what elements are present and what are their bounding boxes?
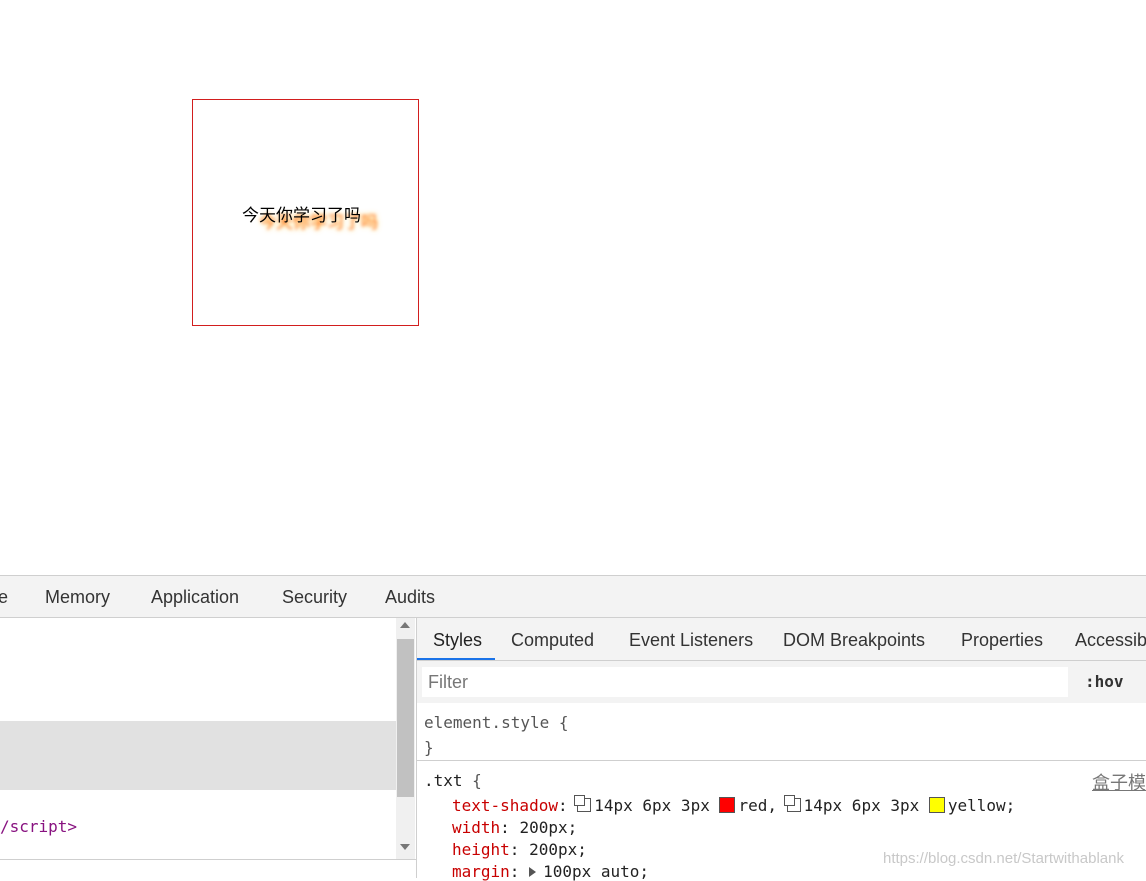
page-viewport: 今天你学习了吗 [0, 0, 1146, 576]
hover-state-toggle-button[interactable]: :hov [1085, 672, 1124, 691]
element-style-open-brace: { [558, 713, 569, 732]
selected-dom-node-row[interactable] [0, 721, 396, 790]
elements-scrollbar[interactable] [396, 618, 415, 859]
tab-styles[interactable]: Styles [433, 630, 482, 651]
tab-properties[interactable]: Properties [961, 630, 1043, 651]
height-declaration[interactable]: height: 200px; [452, 840, 587, 859]
text-shadow-property: text-shadow [452, 796, 558, 815]
yellow-color-swatch-icon[interactable] [928, 797, 945, 813]
styles-sidebar-tabbar: Styles Computed Event Listeners DOM Brea… [417, 618, 1146, 661]
element-style-rule-header[interactable]: element.style { [424, 713, 569, 732]
text-shadow-declaration[interactable]: text-shadow: 14px 6px 3px red, 14px 6px … [452, 795, 1016, 815]
width-value: 200px; [519, 818, 578, 837]
demo-text: 今天你学习了吗 [242, 206, 361, 226]
text-shadow-offsets-2: 14px 6px 3px [803, 796, 920, 815]
txt-rule-selector: .txt [424, 771, 463, 790]
script-closing-tag[interactable]: /script> [0, 817, 77, 836]
margin-declaration[interactable]: margin: 100px auto; [452, 862, 649, 881]
pane-divider [0, 859, 416, 860]
element-style-close-brace: } [424, 738, 434, 757]
txt-rule-header[interactable]: .txt { [424, 771, 482, 790]
devtools-main-tabbar: e Memory Application Security Audits [0, 576, 1146, 618]
tab-audits[interactable]: Audits [385, 587, 435, 608]
width-property: width [452, 818, 501, 837]
text-shadow-offsets-1: 14px 6px 3px [594, 796, 710, 815]
margin-value: 100px auto; [543, 862, 650, 881]
expand-triangle-icon[interactable] [529, 867, 537, 877]
watermark-text: https://blog.csdn.net/Startwithablank [883, 850, 1124, 867]
tab-dom-breakpoints[interactable]: DOM Breakpoints [783, 630, 925, 651]
tab-event-listeners[interactable]: Event Listeners [629, 630, 753, 651]
tab-memory[interactable]: Memory [45, 587, 110, 608]
rule-separator [417, 760, 1146, 761]
styles-filter-row: :hov [417, 661, 1146, 703]
tab-application[interactable]: Application [151, 587, 239, 608]
text-shadow-color-1: red, [738, 796, 777, 815]
demo-text-box: 今天你学习了吗 [192, 99, 419, 326]
scroll-down-arrow-icon[interactable] [400, 844, 410, 850]
styles-sidebar-pane: Styles Computed Event Listeners DOM Brea… [417, 618, 1146, 881]
shadow-editor-icon[interactable] [783, 795, 801, 812]
devtools-panel: e Memory Application Security Audits /sc… [0, 575, 1146, 881]
elements-tree-pane: /script> [0, 618, 417, 878]
width-declaration[interactable]: width: 200px; [452, 818, 577, 837]
scroll-thumb[interactable] [397, 639, 414, 797]
element-style-selector: element.style [424, 713, 550, 732]
height-value: 200px; [529, 840, 587, 859]
tab-accessibility[interactable]: Accessib [1075, 630, 1146, 651]
rule-source-link[interactable]: 盒子模 [1092, 769, 1146, 795]
tab-security[interactable]: Security [282, 587, 347, 608]
scroll-up-arrow-icon[interactable] [400, 622, 410, 628]
styles-filter-input[interactable] [422, 667, 1068, 697]
height-property: height [452, 840, 510, 859]
tab-performance-partial[interactable]: e [0, 587, 8, 608]
margin-property: margin [452, 862, 510, 881]
shadow-editor-icon[interactable] [574, 795, 592, 812]
text-shadow-color-2: yellow; [947, 796, 1016, 815]
red-color-swatch-icon[interactable] [719, 797, 736, 813]
tab-computed[interactable]: Computed [511, 630, 594, 651]
txt-rule-open-brace: { [472, 771, 482, 790]
active-tab-indicator [417, 658, 495, 660]
